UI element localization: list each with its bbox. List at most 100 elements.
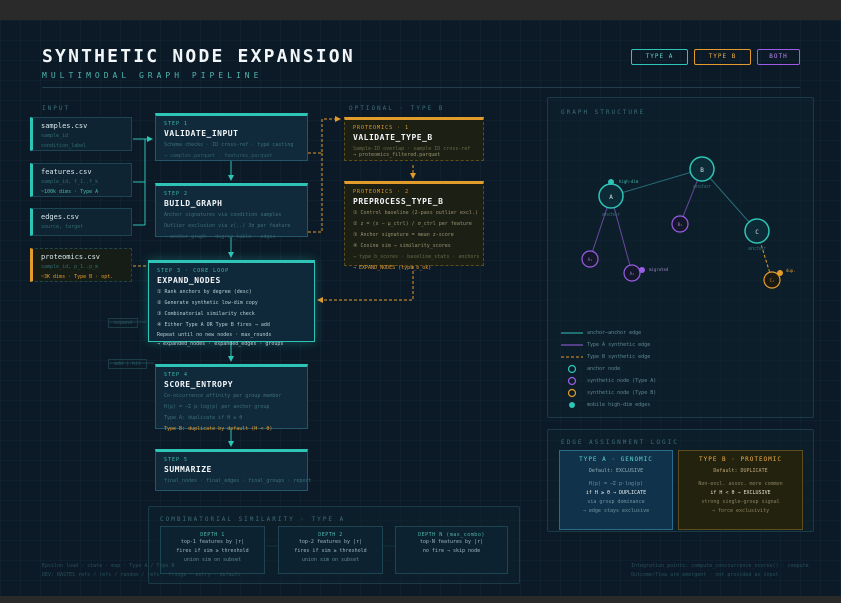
step-kicker: STEP 5	[164, 457, 189, 463]
graph-structure-panel: GRAPH STRUCTURE A anchor high-dim B anch…	[547, 97, 814, 418]
step-detail: ④ Cosine sim → similarity_scores	[353, 243, 451, 249]
edge-card-line: if H < θ → EXCLUSIVE	[710, 490, 771, 496]
step-detail: Type A: duplicate if H ≥ θ	[164, 415, 243, 421]
annotation-high-dim: high-dim	[619, 179, 639, 184]
input-name: edges.csv	[41, 213, 79, 221]
input-name: features.csv	[41, 168, 92, 176]
side-tag-add-hit: add | hit	[108, 359, 148, 369]
step-kicker: STEP 4	[164, 372, 189, 378]
input-features-csv: features.csv sample_id, f_1..f_k ~100k d…	[30, 163, 132, 197]
side-tag-expand: expand	[108, 318, 139, 328]
step-detail: Co-occurrence affinity per group member	[164, 393, 282, 399]
footer-left: Epsilon load · state · map · Type A / Ty…	[42, 562, 241, 580]
legend-swatch-mobile-dot	[561, 400, 583, 410]
step-preprocess-type-b: PROTEOMICS · 2 PREPROCESS_TYPE_B ① Contr…	[344, 181, 484, 271]
legend-item: synthetic node (Type B)	[561, 387, 791, 399]
step-validate-type-b: PROTEOMICS · 1 VALIDATE_TYPE_B Sample-ID…	[344, 117, 484, 161]
legend-swatch-type-a-edge	[561, 343, 583, 347]
input-detail: ~3K dims · Type B · opt.	[41, 274, 114, 280]
step-title: EXPAND_NODES	[157, 276, 221, 285]
synth-node-a2: A₂	[623, 264, 645, 282]
step-detail: ② Generate synthetic low-dim copy	[157, 300, 258, 306]
combo-line: union sim on subset	[301, 557, 360, 563]
node-label: A₂	[630, 271, 635, 276]
combo-line: no fire → skip node	[422, 548, 481, 554]
legend-item: mobile high-dim edges	[561, 399, 791, 411]
step-detail: ① Rank anchors by degree (desc)	[157, 289, 252, 295]
anchor-node-c: C anchor	[744, 218, 770, 252]
combo-line: top-1 features by |r|	[180, 539, 245, 545]
legend-label: mobile high-dim edges	[587, 402, 651, 408]
edge-card-line: Default: EXCLUSIVE	[588, 468, 644, 474]
section-label-input: INPUT	[42, 105, 71, 112]
step-detail: → samples.parquet · features.parquet	[164, 153, 273, 159]
synth-node-b1: B₁	[671, 215, 689, 233]
legend-swatch-type-b-edge	[561, 355, 583, 359]
step-detail: Anchor signatures via condition samples	[164, 212, 282, 218]
combo-line: top-N features by |r|	[419, 539, 484, 545]
legend-label: anchor–anchor edge	[587, 330, 642, 336]
synth-node-c1: C₁	[763, 270, 783, 289]
step-detail: Repeat until no new nodes · max_rounds	[157, 332, 272, 338]
step-detail: ③ Combinatorial similarity check	[157, 311, 255, 317]
step-detail: H(p) = −Σ p·log(p) per anchor group	[164, 404, 270, 410]
legend-label: anchor node	[587, 366, 621, 372]
legend-label: Type A synthetic edge	[587, 342, 651, 348]
section-label-edge-logic: EDGE ASSIGNMENT LOGIC	[561, 439, 679, 446]
step-kicker: PROTEOMICS · 2	[353, 189, 410, 195]
graph-legend: anchor–anchor edge Type A synthetic edge…	[561, 327, 791, 411]
input-detail: sample_id	[41, 133, 69, 139]
section-label-optional: OPTIONAL · TYPE B	[349, 105, 445, 112]
legend-item: Type B synthetic edge	[561, 351, 791, 363]
legend-item: Type A synthetic edge	[561, 339, 791, 351]
node-label: C₁	[770, 278, 775, 283]
step-title: BUILD_GRAPH	[164, 199, 223, 208]
edge-card-type-a: TYPE A · GENOMIC Default: EXCLUSIVE H(p)…	[559, 450, 673, 530]
input-edges-csv: edges.csv source, target	[30, 208, 132, 236]
step-score-entropy: STEP 4 SCORE_ENTROPY Co-occurrence affin…	[155, 364, 308, 432]
footer-line: DEV: BASTES refs / refs / random / refs …	[42, 572, 241, 578]
graph-svg: A anchor high-dim B anchor C anchor A₁ A…	[581, 156, 796, 289]
section-label-combinatorial: COMBINATORIAL SIMILARITY · TYPE A	[160, 516, 346, 523]
footer-line: Integration points: compute_cooccurrence…	[631, 563, 809, 569]
step-title: SCORE_ENTROPY	[164, 380, 234, 389]
legend-label: Type B synthetic edge	[587, 354, 651, 360]
step-summarize: STEP 5 SUMMARIZE final_nodes · final_edg…	[155, 449, 312, 491]
node-sub: anchor	[602, 212, 620, 218]
edge-card-line: if H ≥ θ → DUPLICATE	[585, 490, 647, 496]
legend-label: synthetic node (Type A)	[587, 378, 657, 384]
combo-depth-n: DEPTH N (max_combo) top-N features by |r…	[395, 526, 508, 574]
step-detail: Outlier exclusion via z(..) 3σ per featu…	[164, 223, 291, 229]
legend-swatch-anchor-node	[561, 364, 583, 374]
step-detail: → anchor_graph · degree_table · edges	[164, 234, 276, 240]
step-expand-nodes: STEP 3 · CORE LOOP EXPAND_NODES ① Rank a…	[148, 260, 315, 347]
edge-card-title: TYPE B · PROTEOMIC	[698, 456, 783, 463]
step-detail: → expanded_nodes · expanded_edges · grou…	[157, 341, 284, 347]
combo-line: top-2 features by |r|	[298, 539, 363, 545]
input-detail: sample_id, p_1..p_m	[41, 264, 99, 270]
step-kicker: STEP 3 · CORE LOOP	[157, 268, 230, 274]
input-samples-csv: samples.csv sample_id condition_label	[30, 117, 132, 151]
input-detail: ~100k dims · Type A	[41, 189, 99, 195]
edge-card-type-b: TYPE B · PROTEOMIC Default: DUPLICATE No…	[678, 450, 803, 530]
input-detail: condition_label	[41, 143, 87, 149]
step-detail: → EXPAND_NODES (type_b_ok)	[353, 265, 432, 271]
combo-line: fires if sim ≥ threshold	[176, 548, 249, 554]
anchor-node-b: B anchor	[689, 156, 715, 190]
edge-logic-panel: EDGE ASSIGNMENT LOGIC TYPE A · GENOMIC D…	[547, 429, 814, 532]
diagram-canvas: SYNTHETIC NODE EXPANSION MULTIMODAL GRAP…	[0, 20, 841, 596]
step-kicker: STEP 2	[164, 191, 189, 197]
anchor-node-a: A anchor	[598, 179, 624, 218]
annotation-dup: dup.	[786, 268, 796, 273]
legend-item: anchor node	[561, 363, 791, 375]
footer-line: Epsilon load · state · map · Type A / Ty…	[42, 563, 175, 569]
edge-card-line: Default: DUPLICATE	[713, 468, 768, 474]
edge-card-line: → force exclusivity	[711, 508, 770, 514]
step-detail: ① Control baseline (2-pass outlier excl.…	[353, 210, 478, 216]
combo-line: fires if sim ≥ threshold	[294, 548, 367, 554]
node-label: B₁	[678, 222, 683, 227]
edge-card-line: H(p) = −Σ p·log(p)	[588, 481, 644, 487]
legend-label: synthetic node (Type B)	[587, 390, 657, 396]
window-top-bar	[0, 0, 841, 20]
legend-swatch-synth-b-node	[561, 388, 583, 398]
